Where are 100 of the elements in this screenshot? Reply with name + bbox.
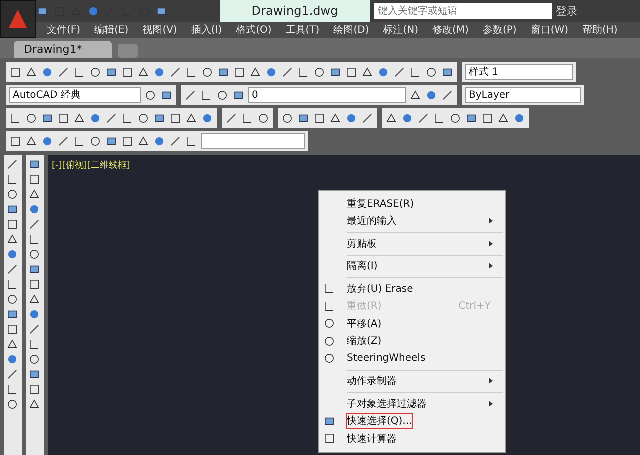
tool-icon[interactable] [73,134,86,148]
tool-icon[interactable] [6,233,19,246]
search-field[interactable]: 键入关键字或短语 [374,3,552,19]
tool-icon[interactable] [9,134,22,148]
tool-icon[interactable] [25,66,38,78]
tool-icon[interactable] [329,112,342,124]
menu-item-icon[interactable] [323,282,336,296]
color-dropdown[interactable]: ByLayer [465,87,581,103]
workspace-dropdown[interactable]: AutoCAD 经典 [9,87,141,103]
tool-icon[interactable] [28,368,41,381]
menu-item[interactable]: 插入(I) [184,23,230,37]
menu-item[interactable]: 工具(T) [278,23,327,37]
menu-item[interactable]: 重复ERASE(R) [319,195,505,212]
tool-icon[interactable] [201,66,214,78]
tool-icon[interactable] [184,88,197,102]
tool-icon[interactable] [28,383,41,396]
tool-icon[interactable] [28,398,41,411]
tool-icon[interactable] [57,112,70,124]
tool-icon[interactable] [361,112,374,124]
tool-icon[interactable] [9,112,22,124]
menu-item[interactable]: 参数(P) [476,23,524,37]
tool-icon[interactable] [6,368,19,381]
tool-icon[interactable] [425,66,438,78]
tool-icon[interactable] [121,112,134,124]
tool-icon[interactable] [225,112,238,124]
menu-item[interactable]: 文件(F) [40,23,88,37]
tool-icon[interactable] [6,323,19,336]
menu-item[interactable]: 平移(A) [319,315,505,332]
tool-icon[interactable] [297,66,310,78]
menu-item-icon[interactable] [323,432,336,446]
tool-icon[interactable] [9,66,22,78]
tool-icon[interactable] [257,112,270,124]
tool-icon[interactable] [28,323,41,336]
tool-icon[interactable] [481,112,494,124]
menu-item[interactable]: 格式(O) [229,23,279,37]
tool-icon[interactable] [417,112,430,124]
tool-icon[interactable] [25,112,38,124]
tool-icon[interactable] [28,353,41,366]
tool-icon[interactable] [57,134,70,148]
tool-icon[interactable] [6,278,19,291]
menu-item[interactable]: 视图(V) [136,23,184,37]
tool-icon[interactable] [185,112,198,124]
tool-icon[interactable] [73,112,86,124]
tool-icon[interactable] [233,66,246,78]
sign-in-link[interactable]: 登录 [556,4,578,18]
menu-item[interactable]: 标注(N) [376,23,426,37]
tool-icon[interactable] [409,66,422,78]
tool-icon[interactable] [449,112,462,124]
tool-icon[interactable] [6,263,19,276]
tool-icon[interactable] [121,134,134,148]
tool-icon[interactable] [497,112,510,124]
tool-icon[interactable] [169,134,182,148]
tool-icon[interactable] [57,66,70,78]
menu-item[interactable]: 快速计算器 [319,430,505,448]
app-logo-icon[interactable] [0,0,36,38]
menu-item[interactable]: 子对象选择过滤器 [319,395,505,412]
menu-item[interactable]: 放弃(U) Erase [319,280,505,298]
menu-item[interactable]: 编辑(E) [88,23,136,37]
tool-icon[interactable] [137,134,150,148]
menu-item-icon[interactable] [323,317,336,330]
tool-icon[interactable] [313,112,326,124]
tool-icon[interactable] [28,263,41,276]
tool-icon[interactable] [28,248,41,261]
tool-icon[interactable] [281,112,294,124]
viewport-label[interactable]: [-][俯视][二维线框] [52,159,130,172]
menu-item[interactable]: 最近的输入 [319,212,505,230]
document-tab[interactable]: Drawing1* [14,41,112,58]
tool-icon[interactable] [6,218,19,231]
tool-icon[interactable] [73,66,86,78]
tool-icon[interactable] [28,278,41,291]
tool-icon[interactable] [137,112,150,124]
tool-icon[interactable] [28,293,41,306]
menu-item[interactable]: 快速选择(Q)... [319,412,505,430]
tool-icon[interactable] [6,383,19,396]
menu-item[interactable]: 修改(M) [426,23,476,37]
tool-icon[interactable] [6,173,19,186]
tool-icon[interactable] [433,112,446,124]
menu-item[interactable]: 动作录制器 [319,372,505,390]
menu-item[interactable]: 帮助(H) [576,23,625,37]
text-style-dropdown[interactable]: 样式 1 [465,64,573,80]
tool-icon[interactable] [137,66,150,78]
layer-dropdown[interactable]: 0 [248,87,406,103]
tool-icon[interactable] [6,293,19,306]
tool-icon[interactable] [385,112,398,124]
tool-icon[interactable] [281,66,294,78]
tool-icon[interactable] [105,112,118,124]
tool-icon[interactable] [185,66,198,78]
tool-icon[interactable] [409,88,422,102]
menu-item[interactable]: 绘图(D) [326,23,376,37]
tool-icon[interactable] [28,188,41,201]
tool-icon[interactable] [6,398,19,411]
tool-icon[interactable] [25,134,38,148]
tool-icon[interactable] [249,66,262,78]
tool-icon[interactable] [89,134,102,148]
tool-icon[interactable] [6,308,19,321]
tool-icon[interactable] [169,66,182,78]
tool-icon[interactable] [200,88,213,102]
tool-icon[interactable] [28,158,41,171]
tool-icon[interactable] [6,158,19,171]
tool-icon[interactable] [393,66,406,78]
